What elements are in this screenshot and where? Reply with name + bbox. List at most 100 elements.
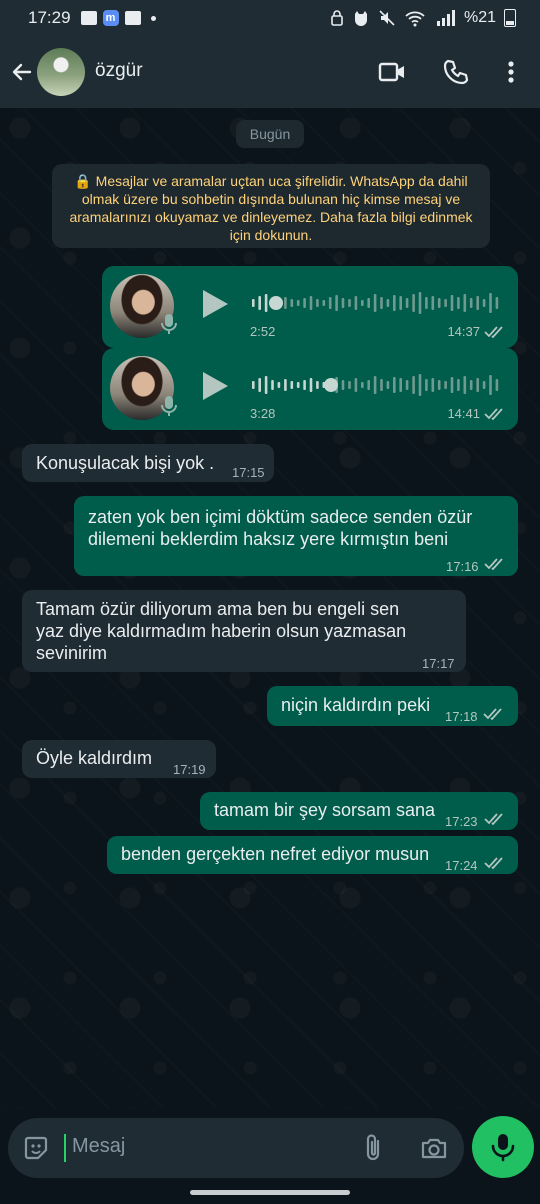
message-time: 17:17: [422, 656, 455, 671]
message-time: 14:41: [447, 406, 480, 421]
waveform-bar: [284, 297, 287, 309]
waveform-bar: [252, 381, 255, 389]
waveform-bar: [405, 380, 409, 390]
chat-header: özgür: [0, 36, 540, 108]
contact-name[interactable]: özgür: [95, 60, 143, 82]
waveform-bar: [303, 380, 306, 390]
waveform-bar: [495, 297, 499, 309]
more-notifications-dot-icon: [150, 15, 156, 21]
outgoing-message[interactable]: zaten yok ben içimi döktüm sadece senden…: [74, 496, 518, 576]
waveform-bar: [354, 378, 358, 392]
message-time: 17:19: [173, 762, 206, 777]
gallery-notification-icon: [80, 11, 97, 25]
waveform-bar: [450, 295, 454, 311]
waveform-bar: [489, 375, 492, 395]
voice-message[interactable]: 3:28 14:41: [102, 348, 518, 430]
voice-waveform-2[interactable]: [252, 372, 502, 398]
waveform-bar: [444, 299, 447, 307]
waveform-bar: [303, 298, 306, 308]
message-time: 17:16: [446, 559, 479, 574]
waveform-bar: [367, 298, 370, 308]
play-icon[interactable]: [200, 288, 230, 320]
mic-icon: [491, 1134, 515, 1162]
waveform-bar: [367, 380, 370, 390]
waveform-bar: [463, 294, 467, 312]
waveform-bar: [444, 381, 447, 389]
more-vert-icon[interactable]: [497, 58, 525, 86]
outgoing-message[interactable]: tamam bir şey sorsam sana 17:23: [200, 792, 518, 830]
double-check-icon: [483, 708, 502, 721]
double-check-icon: [484, 326, 503, 339]
message-text: niçin kaldırdın peki: [281, 695, 431, 715]
encryption-notice[interactable]: 🔒 Mesajlar ve aramalar uçtan uca şifreli…: [52, 164, 490, 248]
voice-record-button[interactable]: [472, 1116, 534, 1178]
message-time: 17:24: [445, 858, 478, 873]
waveform-bar: [341, 380, 345, 390]
camera-icon[interactable]: [420, 1135, 448, 1161]
mute-status-icon: [379, 10, 395, 26]
waveform-bar: [463, 376, 467, 394]
video-call-icon[interactable]: [378, 58, 406, 86]
mic-icon: [161, 396, 177, 416]
battery-percent: %21: [463, 9, 496, 26]
waveform-bar: [264, 294, 268, 312]
play-icon[interactable]: [200, 370, 230, 402]
waveform-bar: [393, 295, 396, 311]
message-text: Öyle kaldırdım: [36, 748, 153, 768]
waveform-bar: [290, 381, 294, 389]
message-time: 17:23: [445, 814, 478, 829]
double-check-icon: [484, 857, 503, 870]
waveform-bar: [405, 298, 409, 308]
waveform-bar: [469, 380, 473, 390]
waveform-bar: [476, 378, 479, 392]
message-time: 14:37: [447, 324, 480, 339]
waveform-bar: [437, 380, 441, 390]
waveform-bar: [399, 296, 402, 310]
waveform-bar: [386, 299, 390, 307]
message-text: benden gerçekten nefret ediyor musun: [121, 844, 430, 864]
waveform-bar: [316, 299, 319, 307]
waveform-bar: [482, 299, 486, 307]
waveform-bar: [341, 298, 345, 308]
playback-position-handle[interactable]: [269, 296, 283, 310]
waveform-bar: [284, 379, 287, 391]
sticker-icon[interactable]: [22, 1134, 50, 1162]
waveform-bar: [252, 299, 255, 307]
incoming-message[interactable]: Öyle kaldırdım 17:19: [22, 740, 216, 778]
waveform-bar: [393, 377, 396, 393]
outgoing-message[interactable]: benden gerçekten nefret ediyor musun 17:…: [107, 836, 518, 874]
waveform-bar: [425, 297, 428, 309]
voice-duration: 3:28: [250, 406, 276, 421]
waveform-bar: [316, 381, 319, 389]
incoming-message[interactable]: Tamam özür diliyorum ama ben bu engeli s…: [22, 590, 466, 672]
waveform-bar: [258, 378, 261, 392]
waveform-bar: [380, 297, 383, 309]
phone-icon[interactable]: [442, 58, 470, 86]
waveform-bar: [361, 300, 364, 306]
voice-message[interactable]: 2:52 14:37: [102, 266, 518, 348]
waveform-bar: [258, 296, 261, 310]
waveform-bar: [489, 293, 492, 313]
voice-duration: 2:52: [250, 324, 276, 339]
waveform-bar: [425, 379, 428, 391]
waveform-bar: [348, 299, 351, 307]
contact-avatar[interactable]: [37, 48, 85, 96]
message-input[interactable]: Mesaj: [72, 1135, 125, 1158]
waveform-bar: [412, 376, 415, 394]
back-arrow-icon[interactable]: [10, 60, 34, 84]
waveform-bar: [335, 295, 338, 311]
box-notification-icon: [124, 11, 141, 25]
incoming-message[interactable]: Konuşulacak bişi yok . 17:15: [22, 444, 274, 482]
waveform-bar: [418, 374, 422, 396]
attach-icon[interactable]: [360, 1133, 386, 1163]
waveform-bar: [431, 296, 435, 310]
waveform-bar: [328, 297, 332, 309]
voice-waveform-1[interactable]: [252, 290, 502, 316]
outgoing-message[interactable]: niçin kaldırdın peki 17:18: [267, 686, 518, 726]
text-cursor: [64, 1134, 66, 1162]
message-text: tamam bir şey sorsam sana: [214, 800, 436, 820]
waveform-bar: [296, 300, 300, 306]
playback-position-handle[interactable]: [324, 378, 338, 392]
waveform-bar: [290, 299, 294, 307]
gesture-nav-bar[interactable]: [190, 1190, 350, 1195]
